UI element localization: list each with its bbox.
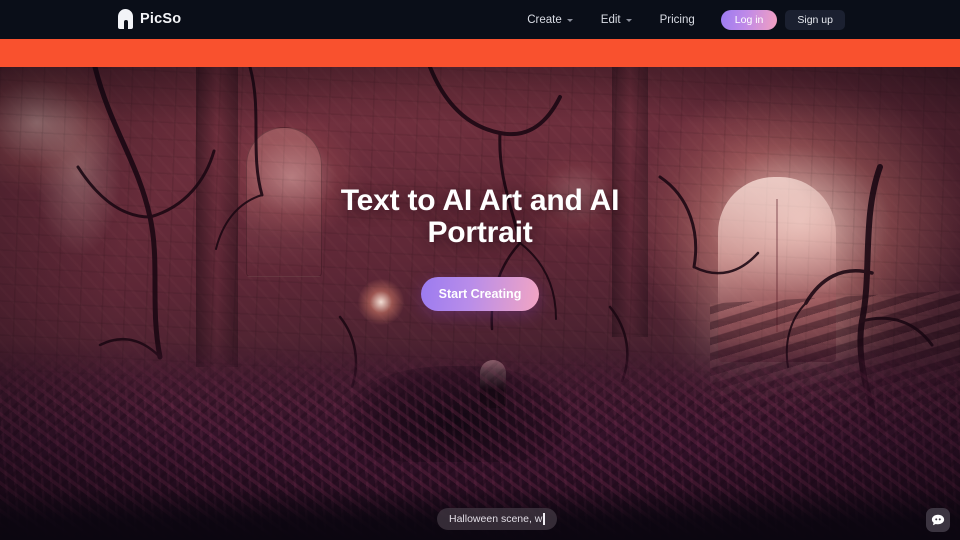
main-navigation: Create Edit Pricing Log in Sign up xyxy=(513,0,845,39)
picso-arch-logo-icon xyxy=(118,9,133,29)
prompt-input-value: Halloween scene, w xyxy=(449,513,543,525)
nav-item-pricing-label: Pricing xyxy=(659,13,695,26)
chat-support-button[interactable] xyxy=(926,508,950,532)
signup-button[interactable]: Sign up xyxy=(785,9,845,30)
site-header: PicSo Create Edit Pricing Log in Sign up xyxy=(0,0,960,39)
nav-item-create-label: Create xyxy=(527,13,562,26)
nav-item-edit[interactable]: Edit xyxy=(587,0,646,39)
nav-item-create[interactable]: Create xyxy=(513,0,587,39)
login-button[interactable]: Log in xyxy=(720,9,778,30)
text-cursor xyxy=(543,513,545,525)
hero-section: Text to AI Art and AI Portrait Start Cre… xyxy=(0,67,960,540)
prompt-input[interactable]: Halloween scene, w xyxy=(437,508,557,530)
picso-landing-page: PicSo Create Edit Pricing Log in Sign up… xyxy=(0,0,960,540)
nav-item-edit-label: Edit xyxy=(600,13,621,26)
brand-logo[interactable]: PicSo xyxy=(118,9,181,29)
nav-item-pricing[interactable]: Pricing xyxy=(646,0,709,39)
chat-bubble-icon xyxy=(931,514,945,526)
brand-name: PicSo xyxy=(140,11,182,27)
promo-banner xyxy=(0,39,960,67)
chevron-down-icon xyxy=(625,19,632,22)
start-creating-button[interactable]: Start Creating xyxy=(421,276,539,311)
chevron-down-icon xyxy=(566,19,573,22)
